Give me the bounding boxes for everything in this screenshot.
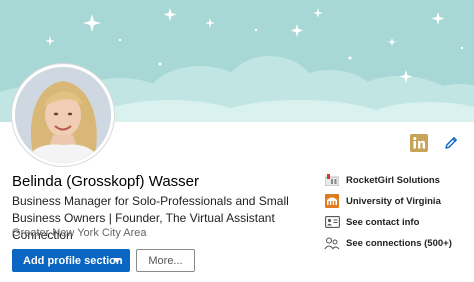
more-button-label: More... — [148, 254, 183, 267]
sidebar-item-connections[interactable]: See connections (500+) — [324, 235, 452, 251]
linkedin-icon[interactable] — [410, 134, 428, 157]
add-profile-section-button[interactable]: Add profile section — [12, 249, 130, 272]
profile-name: Belinda (Grosskopf) Wasser — [12, 173, 200, 190]
sidebar-item-school[interactable]: University of Virginia — [324, 193, 441, 209]
pencil-icon[interactable] — [444, 136, 458, 155]
company-label: RocketGirl Solutions — [346, 174, 440, 186]
contact-card-icon — [324, 214, 340, 230]
company-logo-icon — [324, 172, 340, 188]
chevron-down-icon — [113, 258, 121, 263]
school-logo-icon — [324, 193, 340, 209]
add-profile-section-label: Add profile section — [23, 254, 123, 267]
more-button[interactable]: More... — [136, 249, 195, 272]
profile-location: Greater New York City Area — [12, 227, 147, 239]
contact-info-label: See contact info — [346, 216, 420, 228]
profile-photo[interactable] — [12, 64, 114, 166]
avatar-portrait — [15, 67, 111, 163]
connections-icon — [324, 235, 340, 251]
sidebar-item-company[interactable]: RocketGirl Solutions — [324, 172, 440, 188]
school-label: University of Virginia — [346, 195, 441, 207]
sidebar-item-contact-info[interactable]: See contact info — [324, 214, 419, 230]
connections-label: See connections (500+) — [346, 237, 452, 249]
